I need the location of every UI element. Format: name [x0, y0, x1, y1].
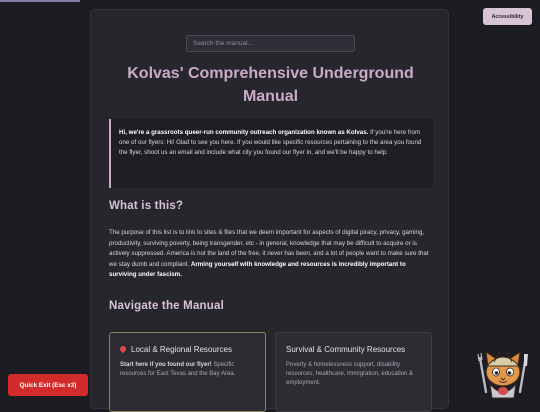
top-accent-line [0, 0, 80, 2]
pin-icon [118, 344, 128, 353]
cat-mascot-icon[interactable] [474, 344, 532, 400]
local-resources-desc: Start here if you found our flyer! Speci… [120, 361, 255, 379]
page-title: Kolvas' Comprehensive Underground Manual [127, 65, 414, 105]
intro-callout: Hi, we're a grassroots queer-run communi… [109, 119, 433, 188]
survival-resources-title: Survival & Community Resources [286, 345, 406, 354]
card-title-row: Local & Regional Resources [118, 344, 255, 354]
local-resources-card[interactable]: Local & Regional Resources Start here if… [109, 332, 266, 412]
accessibility-button[interactable]: Accessibility [483, 8, 532, 25]
survival-resources-card[interactable]: Survival & Community Resources Poverty &… [275, 332, 432, 412]
manual-page: Kolvas' Comprehensive Underground Manual… [90, 9, 449, 412]
what-is-this-heading: What is this? [109, 200, 184, 212]
intro-bold-text: Hi, we're a grassroots queer-run communi… [119, 129, 369, 136]
local-resources-desc-bold: Start here if you found our flyer! [120, 362, 212, 368]
card-title-row: Survival & Community Resources [286, 345, 421, 354]
survival-resources-desc: Poverty & homelessness support, disabili… [286, 362, 414, 386]
navigate-heading: Navigate the Manual [109, 300, 224, 312]
quick-exit-button[interactable]: Quick Exit (Esc x3) [8, 374, 88, 396]
search-input[interactable] [186, 35, 355, 52]
local-resources-title: Local & Regional Resources [131, 345, 232, 354]
purpose-paragraph: The purpose of this list is to link to s… [109, 228, 433, 281]
